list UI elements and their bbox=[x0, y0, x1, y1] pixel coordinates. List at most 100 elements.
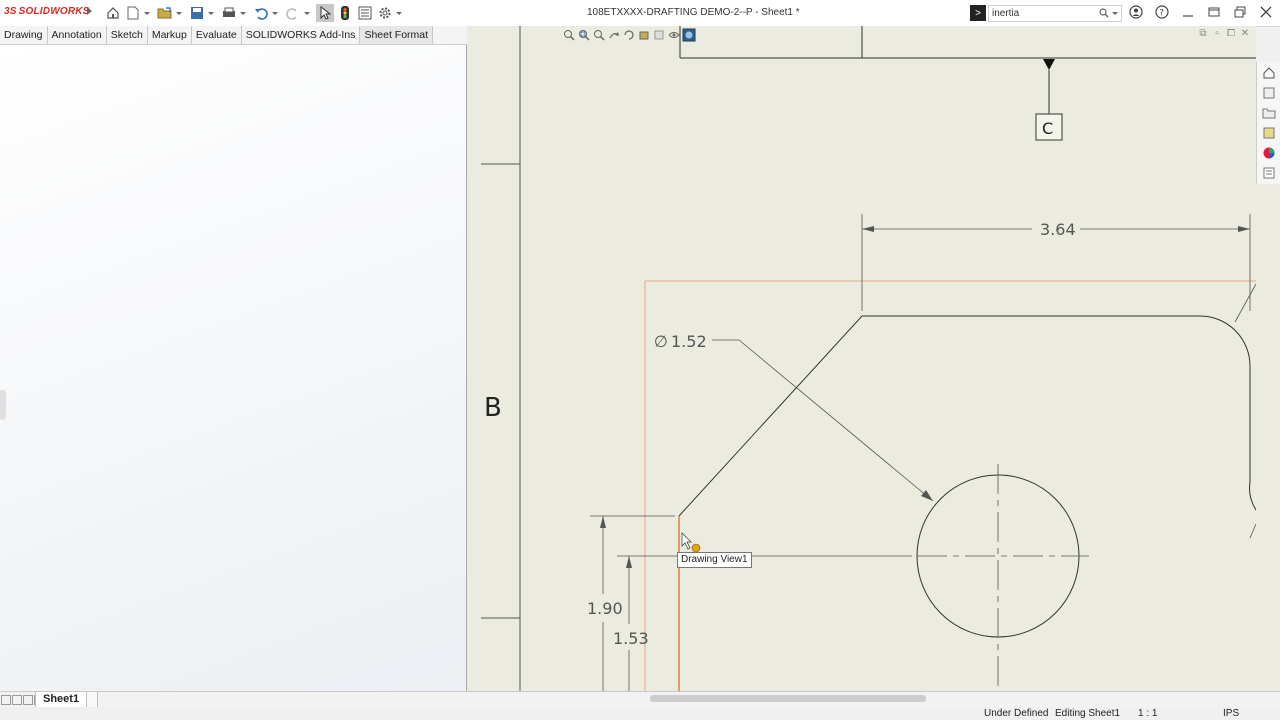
window-controls: ? bbox=[1128, 4, 1274, 20]
display-style-icon bbox=[654, 30, 664, 40]
print-button[interactable] bbox=[220, 4, 238, 22]
horizontal-scrollbar[interactable] bbox=[650, 695, 926, 702]
tab-annotation[interactable]: Annotation bbox=[48, 26, 107, 44]
sheet-tab-sheet1[interactable]: Sheet1 bbox=[35, 692, 88, 708]
heads-up-view-toolbar bbox=[562, 28, 697, 42]
zoom-to-fit-button[interactable] bbox=[562, 28, 576, 42]
select-button[interactable] bbox=[316, 4, 334, 22]
drawing-sheet[interactable]: B C 3.64 ∅ 1.52 1.90 1.53 ⧉ ▫ ⧠ ✕ Drawin… bbox=[467, 26, 1256, 692]
first-sheet-icon[interactable] bbox=[1, 695, 11, 705]
zoom-in-out-button[interactable] bbox=[592, 28, 606, 42]
restore-icon[interactable] bbox=[1232, 4, 1248, 20]
search-box[interactable] bbox=[988, 5, 1122, 22]
datum-triangle bbox=[1043, 59, 1055, 70]
right-margin bbox=[1256, 184, 1280, 692]
status-units[interactable]: IPS bbox=[1223, 708, 1239, 719]
search-icon[interactable] bbox=[1099, 8, 1109, 18]
appearance-icon bbox=[682, 28, 696, 42]
minimize-icon[interactable] bbox=[1180, 4, 1196, 20]
viewport-close-icon[interactable]: ✕ bbox=[1238, 28, 1252, 40]
pan-button[interactable] bbox=[607, 28, 621, 42]
help-icon[interactable]: ? bbox=[1154, 4, 1170, 20]
add-sheet-button[interactable] bbox=[86, 692, 98, 708]
rebuild-button[interactable] bbox=[336, 4, 354, 22]
dimension-width-3-64[interactable]: 3.64 bbox=[1040, 220, 1076, 239]
tab-solidworks-addins[interactable]: SOLIDWORKS Add-Ins bbox=[242, 26, 361, 44]
dimension-diameter-1-52[interactable]: 1.52 bbox=[671, 332, 707, 351]
status-bar: Under Defined Editing Sheet1 1 : 1 IPS bbox=[0, 707, 1280, 720]
command-manager-tabs: Drawing Annotation Sketch Markup Evaluat… bbox=[0, 26, 467, 45]
viewport-minimize-icon[interactable]: ▫ bbox=[1210, 28, 1224, 40]
resources-icon bbox=[1263, 87, 1275, 99]
prev-sheet-icon[interactable] bbox=[12, 695, 22, 705]
new-document-button[interactable] bbox=[124, 4, 142, 22]
dimension-height-1-90[interactable]: 1.90 bbox=[587, 599, 623, 618]
undo-dropdown-icon[interactable] bbox=[272, 11, 278, 15]
viewport-restore-icon[interactable]: ⧠ bbox=[1224, 28, 1238, 40]
save-dropdown-icon[interactable] bbox=[208, 11, 214, 15]
view-orientation-button[interactable] bbox=[637, 28, 651, 42]
new-dropdown-icon[interactable] bbox=[144, 11, 150, 15]
task-pane-custom-properties-tab[interactable] bbox=[1259, 164, 1279, 182]
tab-drawing[interactable]: Drawing bbox=[0, 26, 48, 44]
zone-label-b: B bbox=[484, 393, 502, 423]
file-properties-button[interactable] bbox=[356, 4, 374, 22]
options-dropdown-icon[interactable] bbox=[396, 11, 402, 15]
viewport-split-icon[interactable]: ⧉ bbox=[1196, 28, 1210, 40]
rotate-button[interactable] bbox=[622, 28, 636, 42]
home-button[interactable] bbox=[104, 4, 122, 22]
drawing-canvas[interactable]: B C 3.64 ∅ 1.52 1.90 1.53 bbox=[467, 26, 1256, 692]
solidworks-logo[interactable]: 3S SOLIDWORKS bbox=[4, 6, 90, 17]
task-pane-view-palette-tab[interactable] bbox=[1259, 124, 1279, 142]
account-icon[interactable] bbox=[1128, 4, 1144, 20]
print-icon bbox=[223, 7, 235, 17]
task-pane-home-tab[interactable] bbox=[1259, 64, 1279, 82]
zoom-in-out-icon bbox=[594, 30, 605, 41]
diameter-symbol: ∅ bbox=[654, 332, 668, 351]
task-pane-file-explorer-tab[interactable] bbox=[1259, 104, 1279, 122]
view-cube-icon bbox=[639, 31, 649, 40]
status-definition: Under Defined bbox=[984, 708, 1049, 719]
search-dropdown-icon[interactable] bbox=[1112, 12, 1118, 15]
task-pane-resources-tab[interactable] bbox=[1259, 84, 1279, 102]
redo-button[interactable] bbox=[284, 4, 302, 22]
close-icon[interactable] bbox=[1258, 4, 1274, 20]
view-palette-icon bbox=[1263, 127, 1275, 139]
traffic-light-icon bbox=[341, 6, 349, 20]
command-search-icon[interactable]: > bbox=[970, 5, 986, 21]
edit-appearance-button[interactable] bbox=[682, 28, 696, 42]
save-button[interactable] bbox=[188, 4, 206, 22]
tab-sketch[interactable]: Sketch bbox=[107, 26, 148, 44]
dimension-arrow bbox=[600, 516, 606, 528]
part-outline[interactable] bbox=[678, 315, 1256, 526]
hide-show-button[interactable] bbox=[667, 28, 681, 42]
tab-markup[interactable]: Markup bbox=[148, 26, 192, 44]
dimension-height-1-53[interactable]: 1.53 bbox=[613, 629, 649, 648]
panel-collapse-handle[interactable] bbox=[0, 390, 6, 420]
menu-expand-arrow-icon[interactable] bbox=[87, 7, 92, 15]
tab-sheet-format[interactable]: Sheet Format bbox=[360, 26, 434, 44]
folder-icon bbox=[1262, 108, 1276, 119]
logo-text: SOLIDWORKS bbox=[18, 6, 90, 17]
search-input[interactable] bbox=[989, 6, 1095, 21]
dimension-arrow bbox=[626, 556, 632, 568]
svg-text:?: ? bbox=[1159, 9, 1164, 19]
tab-evaluate[interactable]: Evaluate bbox=[192, 26, 242, 44]
undo-button[interactable] bbox=[252, 4, 270, 22]
display-style-button[interactable] bbox=[652, 28, 666, 42]
options-button[interactable] bbox=[376, 4, 394, 22]
open-button[interactable] bbox=[156, 4, 174, 22]
undo-icon bbox=[255, 8, 268, 20]
zoom-fit-icon bbox=[564, 30, 575, 41]
quick-access-toolbar bbox=[104, 4, 408, 22]
print-dropdown-icon[interactable] bbox=[240, 11, 246, 15]
status-scale[interactable]: 1 : 1 bbox=[1138, 708, 1157, 719]
custom-properties-icon bbox=[1263, 167, 1275, 179]
open-dropdown-icon[interactable] bbox=[176, 11, 182, 15]
gear-icon bbox=[379, 7, 391, 19]
task-pane-appearances-tab[interactable] bbox=[1259, 144, 1279, 162]
maximize-icon[interactable] bbox=[1206, 4, 1222, 20]
next-sheet-icon[interactable] bbox=[23, 695, 33, 705]
redo-dropdown-icon[interactable] bbox=[304, 11, 310, 15]
zoom-to-area-button[interactable] bbox=[577, 28, 591, 42]
